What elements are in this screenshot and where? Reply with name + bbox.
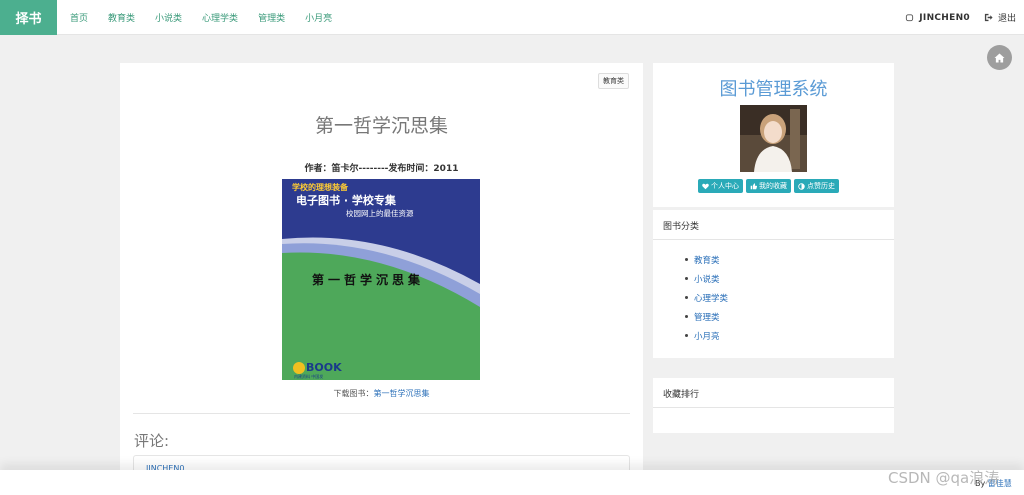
profile-panel: 图书管理系统 个人中心 我的收藏 点赞历史 <box>653 63 894 207</box>
thumbs-up-icon <box>750 182 757 189</box>
book-cover: 学校的理想装备 电子图书 · 学校专集 校园网上的最佳资源 第一哲学沉思集 BO… <box>282 179 480 380</box>
bullet-icon <box>685 334 688 337</box>
download-line: 下载图书：第一哲学沉思集 <box>120 388 643 399</box>
footer-band <box>0 470 1024 495</box>
category-panel-title: 图书分类 <box>653 210 894 240</box>
nav-link-management[interactable]: 管理类 <box>248 0 295 35</box>
nav-links: 首页 教育类 小说类 心理学类 管理类 小月亮 <box>60 0 342 35</box>
heart-icon <box>702 183 709 189</box>
home-icon <box>994 52 1005 63</box>
nav-link-psychology[interactable]: 心理学类 <box>192 0 248 35</box>
category-item-label: 小月亮 <box>694 331 720 342</box>
logout-link[interactable]: 退出 <box>984 11 1016 24</box>
profile-center-button[interactable]: 个人中心 <box>698 179 743 193</box>
category-panel: 图书分类 教育类 小说类 心理学类 管理类 小月亮 <box>653 210 894 358</box>
username: JINCHEN0 <box>919 12 970 23</box>
home-button[interactable] <box>987 45 1012 70</box>
profile-center-label: 个人中心 <box>711 182 739 190</box>
bullet-icon <box>685 315 688 318</box>
book-title: 第一哲学沉思集 <box>314 115 448 137</box>
category-item[interactable]: 管理类 <box>685 307 894 326</box>
divider <box>133 413 630 414</box>
brand-logo[interactable]: 择书 <box>0 0 57 35</box>
category-item-label: 小说类 <box>694 274 720 285</box>
download-link[interactable]: 第一哲学沉思集 <box>374 389 430 398</box>
cover-center-text: 第一哲学沉思集 <box>312 272 424 287</box>
cover-logo-sub: 内建资料 中国发 <box>294 373 323 379</box>
nav-right: JINCHEN0 退出 <box>891 0 1016 35</box>
like-history-label: 点赞历史 <box>807 182 835 190</box>
cover-top-text-2: 电子图书 · 学校专集 <box>296 193 397 207</box>
my-favorites-button[interactable]: 我的收藏 <box>746 179 791 193</box>
logout-icon <box>984 13 993 22</box>
watermark: CSDN @qa浪涛 <box>888 469 1000 487</box>
category-tag[interactable]: 教育类 <box>598 73 629 89</box>
category-item[interactable]: 小月亮 <box>685 326 894 345</box>
nav-link-home[interactable]: 首页 <box>60 0 98 35</box>
book-detail-panel: 教育类 第一哲学沉思集 作者：笛卡尔--------发布时间：2011 学校的理… <box>120 63 643 495</box>
book-meta: 作者：笛卡尔--------发布时间：2011 <box>304 164 459 174</box>
user-menu[interactable]: JINCHEN0 <box>905 13 970 23</box>
my-favorites-label: 我的收藏 <box>759 182 787 190</box>
category-item-label: 教育类 <box>694 255 720 266</box>
cover-top-text-3: 校园网上的最佳资源 <box>346 208 414 218</box>
half-circle-icon <box>798 182 805 190</box>
nav-link-education[interactable]: 教育类 <box>98 0 145 35</box>
navbar: 择书 首页 教育类 小说类 心理学类 管理类 小月亮 JINCHEN0 退出 <box>0 0 1024 35</box>
cover-top-text-1: 学校的理想装备 <box>292 182 349 192</box>
category-item-label: 心理学类 <box>694 293 729 304</box>
favorites-panel-title: 收藏排行 <box>653 378 894 408</box>
nav-link-xiaoyueliang[interactable]: 小月亮 <box>295 0 342 35</box>
nav-link-novel[interactable]: 小说类 <box>145 0 192 35</box>
like-history-button[interactable]: 点赞历史 <box>794 179 839 193</box>
category-list: 教育类 小说类 心理学类 管理类 小月亮 <box>653 240 894 345</box>
cover-logo-text: BOOK <box>306 361 342 374</box>
category-item-label: 管理类 <box>694 312 720 323</box>
user-icon <box>906 14 914 22</box>
cover-logo-icon <box>293 362 305 374</box>
bullet-icon <box>685 296 688 299</box>
logout-label: 退出 <box>997 14 1016 24</box>
system-title: 图书管理系统 <box>719 79 828 100</box>
bullet-icon <box>685 277 688 280</box>
comments-heading: 评论: <box>134 432 170 450</box>
category-item[interactable]: 心理学类 <box>685 288 894 307</box>
favorites-ranking-panel: 收藏排行 <box>653 378 894 433</box>
category-item[interactable]: 小说类 <box>685 269 894 288</box>
download-label: 下载图书： <box>333 389 374 398</box>
category-item[interactable]: 教育类 <box>685 250 894 269</box>
bullet-icon <box>685 258 688 261</box>
avatar <box>740 105 807 172</box>
profile-buttons: 个人中心 我的收藏 点赞历史 <box>698 179 842 193</box>
